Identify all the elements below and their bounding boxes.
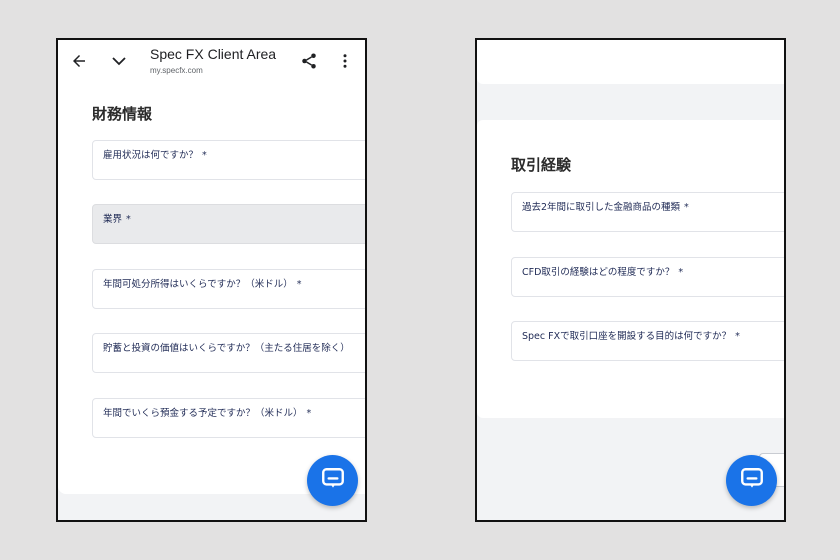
chat-button[interactable] [307,455,358,506]
share-icon[interactable] [298,50,320,72]
cfd-experience-field[interactable]: CFD取引の経験はどの程度ですか？ * [511,257,784,297]
phone-screen-right: 取引経験 過去2年間に取引した金融商品の種類 * CFD取引の経験はどの程度ですか… [475,38,786,522]
browser-url: my.specfx.com [150,66,203,75]
section-title-financial: 財務情報 [92,105,153,123]
annual-disposable-income-field[interactable]: 年間可処分所得はいくらですか？（米ドル） * [92,269,365,309]
trading-experience-card: 取引経験 過去2年間に取引した金融商品の種類 * CFD取引の経験はどの程度ですか… [477,120,784,418]
arrow-left-icon[interactable] [68,50,90,72]
employment-status-field[interactable]: 雇用状況は何ですか？ * [92,140,365,180]
field-label: 雇用状況は何ですか？ * [103,150,207,161]
chevron-down-icon[interactable] [108,50,130,72]
field-label: 貯蓄と投資の価値はいくらですか？（主たる住居を除く） [103,343,350,354]
field-label: 年間可処分所得はいくらですか？（米ドル） * [103,279,302,290]
chat-bubble-icon [320,466,346,496]
field-label: 過去2年間に取引した金融商品の種類 * [522,202,689,213]
industry-field[interactable]: 業界 * [92,204,365,244]
instrument-types-field[interactable]: 過去2年間に取引した金融商品の種類 * [511,192,784,232]
account-purpose-field[interactable]: Spec FXで取引口座を開設する目的は何ですか？ * [511,321,784,361]
savings-investments-field[interactable]: 貯蓄と投資の価値はいくらですか？（主たる住居を除く） [92,333,365,373]
chat-button[interactable] [726,455,777,506]
previous-section-card [477,40,784,84]
phone-screen-left: Spec FX Client Area my.specfx.com 財務情報 雇… [56,38,367,522]
field-label: Spec FXで取引口座を開設する目的は何ですか？ * [522,331,740,342]
browser-page-title: Spec FX Client Area [150,46,277,62]
more-vert-icon[interactable] [334,50,356,72]
field-label: 年間でいくら預金する予定ですか？（米ドル） * [103,408,312,419]
financial-info-card: 財務情報 雇用状況は何ですか？ * 業界 * 年間可処分所得はいくらですか？（米ドル… [58,83,365,494]
section-title-trading: 取引経験 [511,156,572,174]
field-label: 業界 * [103,214,131,225]
annual-deposit-field[interactable]: 年間でいくら預金する予定ですか？（米ドル） * [92,398,365,438]
chat-bubble-icon [739,466,765,496]
field-label: CFD取引の経験はどの程度ですか？ * [522,267,684,278]
browser-toolbar: Spec FX Client Area my.specfx.com [58,40,365,84]
